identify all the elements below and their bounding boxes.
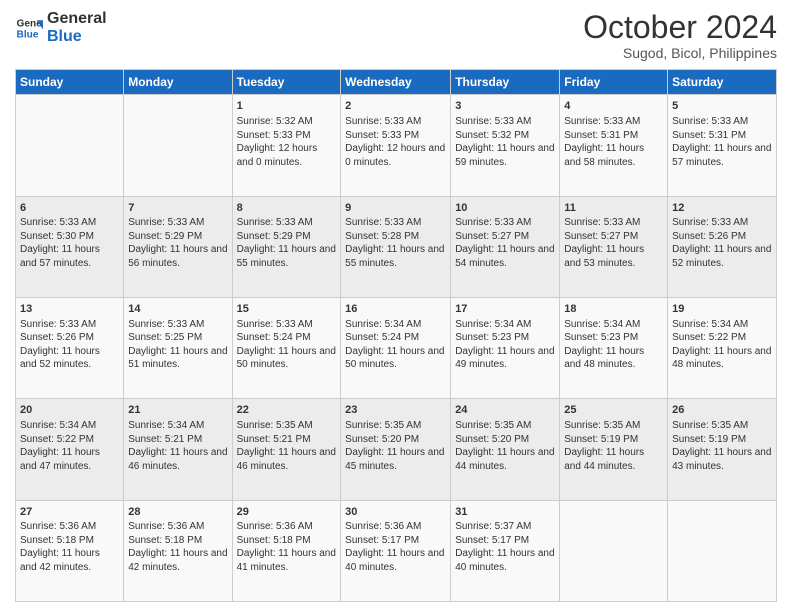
day-number: 1 [237,99,337,114]
logo-general: General [47,10,107,28]
day-number: 23 [345,403,446,418]
day-number: 30 [345,505,446,520]
day-number: 12 [672,201,772,216]
table-row: 29Sunrise: 5:36 AMSunset: 5:18 PMDayligh… [232,500,341,601]
day-number: 8 [237,201,337,216]
day-number: 22 [237,403,337,418]
day-number: 2 [345,99,446,114]
day-number: 24 [455,403,555,418]
table-row: 9Sunrise: 5:33 AMSunset: 5:28 PMDaylight… [341,196,451,297]
logo: General Blue General Blue [15,10,107,45]
table-row [16,95,124,196]
table-row: 5Sunrise: 5:33 AMSunset: 5:31 PMDaylight… [668,95,777,196]
table-row: 1Sunrise: 5:32 AMSunset: 5:33 PMDaylight… [232,95,341,196]
day-number: 25 [564,403,663,418]
svg-text:General: General [17,18,43,29]
day-number: 17 [455,302,555,317]
day-number: 7 [128,201,227,216]
table-row [124,95,232,196]
table-row: 19Sunrise: 5:34 AMSunset: 5:22 PMDayligh… [668,297,777,398]
day-number: 4 [564,99,663,114]
day-number: 20 [20,403,119,418]
table-row: 13Sunrise: 5:33 AMSunset: 5:26 PMDayligh… [16,297,124,398]
table-row [668,500,777,601]
header-row: Sunday Monday Tuesday Wednesday Thursday… [16,70,777,95]
day-number: 6 [20,201,119,216]
table-row: 27Sunrise: 5:36 AMSunset: 5:18 PMDayligh… [16,500,124,601]
day-number: 18 [564,302,663,317]
table-row [560,500,668,601]
table-row: 10Sunrise: 5:33 AMSunset: 5:27 PMDayligh… [451,196,560,297]
header: General Blue General Blue October 2024 S… [15,10,777,61]
col-monday: Monday [124,70,232,95]
day-number: 10 [455,201,555,216]
table-row: 31Sunrise: 5:37 AMSunset: 5:17 PMDayligh… [451,500,560,601]
day-number: 14 [128,302,227,317]
table-row: 30Sunrise: 5:36 AMSunset: 5:17 PMDayligh… [341,500,451,601]
month-title: October 2024 [583,10,777,45]
table-row: 22Sunrise: 5:35 AMSunset: 5:21 PMDayligh… [232,399,341,500]
day-number: 26 [672,403,772,418]
col-sunday: Sunday [16,70,124,95]
day-number: 13 [20,302,119,317]
title-section: October 2024 Sugod, Bicol, Philippines [583,10,777,61]
table-row: 24Sunrise: 5:35 AMSunset: 5:20 PMDayligh… [451,399,560,500]
col-thursday: Thursday [451,70,560,95]
table-row: 12Sunrise: 5:33 AMSunset: 5:26 PMDayligh… [668,196,777,297]
day-number: 11 [564,201,663,216]
table-row: 17Sunrise: 5:34 AMSunset: 5:23 PMDayligh… [451,297,560,398]
calendar-table: Sunday Monday Tuesday Wednesday Thursday… [15,69,777,602]
table-row: 28Sunrise: 5:36 AMSunset: 5:18 PMDayligh… [124,500,232,601]
table-row: 8Sunrise: 5:33 AMSunset: 5:29 PMDaylight… [232,196,341,297]
col-saturday: Saturday [668,70,777,95]
day-number: 27 [20,505,119,520]
table-row: 26Sunrise: 5:35 AMSunset: 5:19 PMDayligh… [668,399,777,500]
day-number: 31 [455,505,555,520]
day-number: 28 [128,505,227,520]
table-row: 18Sunrise: 5:34 AMSunset: 5:23 PMDayligh… [560,297,668,398]
table-row: 2Sunrise: 5:33 AMSunset: 5:33 PMDaylight… [341,95,451,196]
table-row: 11Sunrise: 5:33 AMSunset: 5:27 PMDayligh… [560,196,668,297]
day-number: 16 [345,302,446,317]
day-number: 29 [237,505,337,520]
table-row: 4Sunrise: 5:33 AMSunset: 5:31 PMDaylight… [560,95,668,196]
table-row: 7Sunrise: 5:33 AMSunset: 5:29 PMDaylight… [124,196,232,297]
table-row: 25Sunrise: 5:35 AMSunset: 5:19 PMDayligh… [560,399,668,500]
logo-blue: Blue [47,28,107,46]
day-number: 19 [672,302,772,317]
svg-text:Blue: Blue [17,29,39,40]
day-number: 15 [237,302,337,317]
col-wednesday: Wednesday [341,70,451,95]
location: Sugod, Bicol, Philippines [583,45,777,61]
table-row: 14Sunrise: 5:33 AMSunset: 5:25 PMDayligh… [124,297,232,398]
table-row: 16Sunrise: 5:34 AMSunset: 5:24 PMDayligh… [341,297,451,398]
col-friday: Friday [560,70,668,95]
table-row: 20Sunrise: 5:34 AMSunset: 5:22 PMDayligh… [16,399,124,500]
logo-icon: General Blue [15,14,43,42]
day-number: 9 [345,201,446,216]
table-row: 3Sunrise: 5:33 AMSunset: 5:32 PMDaylight… [451,95,560,196]
col-tuesday: Tuesday [232,70,341,95]
table-row: 15Sunrise: 5:33 AMSunset: 5:24 PMDayligh… [232,297,341,398]
table-row: 21Sunrise: 5:34 AMSunset: 5:21 PMDayligh… [124,399,232,500]
day-number: 21 [128,403,227,418]
day-number: 5 [672,99,772,114]
day-number: 3 [455,99,555,114]
page: General Blue General Blue October 2024 S… [0,0,792,612]
table-row: 6Sunrise: 5:33 AMSunset: 5:30 PMDaylight… [16,196,124,297]
table-row: 23Sunrise: 5:35 AMSunset: 5:20 PMDayligh… [341,399,451,500]
